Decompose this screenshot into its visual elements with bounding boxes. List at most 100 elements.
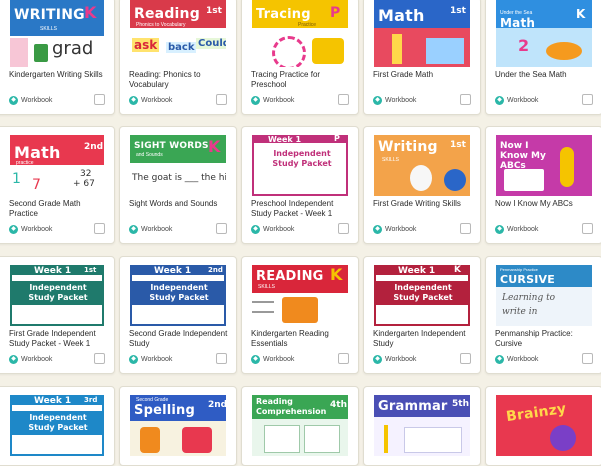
grade-badge: K [454, 265, 461, 275]
workbook-card[interactable]: Week 1 P Independent Study Packet Presch… [241, 126, 359, 244]
cover-heading: SIGHT WORDS [134, 141, 209, 151]
workbook-cover[interactable]: Math 1st [374, 0, 470, 67]
workbook-title[interactable]: Sight Words and Sounds [129, 199, 228, 209]
workbook-card[interactable]: Math 1st First Grade Math ◆ Workbook [363, 0, 481, 115]
workbook-cover[interactable]: Grammar 5th [374, 387, 470, 456]
workbook-cover[interactable]: Penmanship Practice CURSIVE Learning to … [496, 257, 592, 326]
cover-line: write in [502, 307, 538, 317]
workbook-type-label: Workbook [141, 97, 173, 104]
workbook-cover[interactable]: Week 1 K Independent Study Packet [374, 257, 470, 326]
workbook-title[interactable]: Kindergarten Writing Skills [9, 70, 106, 80]
workbook-card[interactable]: WRITING K SKILLS grad Kindergarten Writi… [0, 0, 115, 115]
select-checkbox[interactable] [582, 223, 593, 234]
workbook-icon: ◆ [129, 355, 138, 364]
cover-heading: Writing [378, 139, 438, 155]
workbook-title[interactable]: Kindergarten Independent Study [373, 329, 472, 349]
workbook-type: ◆ Workbook [9, 96, 52, 105]
workbook-icon: ◆ [9, 355, 18, 364]
select-checkbox[interactable] [338, 353, 349, 364]
workbook-card[interactable]: READING K SKILLS Kindergarten Reading Es… [241, 256, 359, 374]
select-checkbox[interactable] [460, 353, 471, 364]
workbook-card[interactable]: Math 2nd practice 1 7 32 + 67 Second Gra… [0, 126, 115, 244]
workbook-cover[interactable]: WRITING K SKILLS grad [10, 0, 104, 67]
cover-number: 2 [518, 36, 530, 55]
workbook-cover[interactable]: Under the Sea Math K 2 [496, 0, 592, 67]
workbook-card[interactable]: Week 1 1st Independent Study Packet Firs… [0, 256, 115, 374]
workbook-card[interactable]: Reading Comprehension 4th [241, 386, 359, 466]
select-checkbox[interactable] [216, 353, 227, 364]
workbook-cover[interactable]: Reading Comprehension 4th [252, 387, 348, 456]
workbook-title[interactable]: Preschool Independent Study Packet - Wee… [251, 199, 350, 219]
workbook-title[interactable]: Penmanship Practice: Cursive [495, 329, 594, 349]
cover-heading: Reading [134, 6, 200, 22]
select-checkbox[interactable] [460, 223, 471, 234]
workbook-card[interactable]: Tracing P Practice Tracing Practice for … [241, 0, 359, 115]
workbook-card[interactable]: Writing 1st SKILLS First Grade Writing S… [363, 126, 481, 244]
workbook-title[interactable]: Tracing Practice for Preschool [251, 70, 350, 90]
workbook-cover[interactable]: Math 2nd practice 1 7 32 + 67 [10, 127, 104, 196]
workbook-card[interactable]: Grammar 5th [363, 386, 481, 466]
workbook-title[interactable]: Reading: Phonics to Vocabulary [129, 70, 228, 90]
workbook-card[interactable]: Second Grade Spelling 2nd [119, 386, 237, 466]
workbook-icon: ◆ [495, 355, 504, 364]
workbook-card[interactable]: Brainzy [485, 386, 601, 466]
cover-letter-block: Could [196, 38, 226, 49]
cover-heading: Independent Study Packet [28, 413, 88, 432]
workbook-cover[interactable]: SIGHT WORDS K and Sounds The goat is ___… [130, 127, 226, 196]
workbook-title[interactable]: First Grade Writing Skills [373, 199, 472, 209]
select-checkbox[interactable] [338, 223, 349, 234]
grade-badge: 5th [452, 399, 469, 409]
cover-subtitle: practice [16, 160, 34, 166]
workbook-type-label: Workbook [141, 356, 173, 363]
cover-subtitle: SKILLS [382, 157, 399, 163]
workbook-cover[interactable]: Week 1 P Independent Study Packet [252, 127, 348, 196]
workbook-card[interactable]: Reading 1st Phonics to Vocabulary ask ba… [119, 0, 237, 115]
workbook-icon: ◆ [495, 96, 504, 105]
workbook-cover[interactable]: Now I Know My ABCs [496, 127, 592, 196]
workbook-type-label: Workbook [507, 356, 539, 363]
select-checkbox[interactable] [94, 223, 105, 234]
workbook-cover[interactable]: Week 1 3rd Independent Study Packet [10, 387, 104, 456]
workbook-card[interactable]: Week 1 2nd Independent Study Packet Seco… [119, 256, 237, 374]
workbook-cover[interactable]: Week 1 2nd Independent Study Packet [130, 257, 226, 326]
workbook-cover[interactable]: Writing 1st SKILLS [374, 127, 470, 196]
grade-badge: 4th [330, 400, 347, 410]
cover-problem: + 67 [73, 179, 95, 189]
workbook-title[interactable]: First Grade Math [373, 70, 472, 80]
cover-heading: Grammar [378, 399, 448, 414]
select-checkbox[interactable] [94, 353, 105, 364]
workbook-title[interactable]: Kindergarten Reading Essentials [251, 329, 350, 349]
workbook-title[interactable]: Second Grade Independent Study [129, 329, 228, 349]
workbook-title[interactable]: Under the Sea Math [495, 70, 594, 80]
workbook-card[interactable]: Week 1 3rd Independent Study Packet [0, 386, 115, 466]
workbook-card[interactable]: Week 1 K Independent Study Packet Kinder… [363, 256, 481, 374]
select-checkbox[interactable] [460, 94, 471, 105]
select-checkbox[interactable] [338, 94, 349, 105]
workbook-type-label: Workbook [21, 226, 53, 233]
workbook-cover[interactable]: Reading 1st Phonics to Vocabulary ask ba… [130, 0, 226, 67]
workbook-cover[interactable]: Second Grade Spelling 2nd [130, 387, 226, 456]
select-checkbox[interactable] [216, 94, 227, 105]
workbook-icon: ◆ [251, 355, 260, 364]
select-checkbox[interactable] [582, 353, 593, 364]
workbook-card[interactable]: Under the Sea Math K 2 Under the Sea Mat… [485, 0, 601, 115]
workbook-cover[interactable]: READING K SKILLS [252, 257, 348, 326]
workbook-title[interactable]: Now I Know My ABCs [495, 199, 594, 209]
select-checkbox[interactable] [582, 94, 593, 105]
workbook-cover[interactable]: Brainzy [496, 387, 592, 456]
cover-heading: Math [378, 6, 425, 25]
workbook-cover[interactable]: Week 1 1st Independent Study Packet [10, 257, 104, 326]
grade-badge: P [330, 5, 341, 21]
workbook-card[interactable]: Now I Know My ABCs Now I Know My ABCs ◆ … [485, 126, 601, 244]
workbook-cover[interactable]: Tracing P Practice [252, 0, 348, 67]
select-checkbox[interactable] [216, 223, 227, 234]
workbook-card[interactable]: Penmanship Practice CURSIVE Learning to … [485, 256, 601, 374]
workbook-title[interactable]: Second Grade Math Practice [9, 199, 106, 219]
cover-letter-block: ask [132, 38, 160, 52]
workbook-type: ◆ Workbook [9, 355, 52, 364]
cover-word: grad [52, 38, 94, 59]
workbook-card[interactable]: SIGHT WORDS K and Sounds The goat is ___… [119, 126, 237, 244]
workbook-title[interactable]: First Grade Independent Study Packet - W… [9, 329, 106, 349]
workbook-type: ◆ Workbook [251, 96, 294, 105]
select-checkbox[interactable] [94, 94, 105, 105]
